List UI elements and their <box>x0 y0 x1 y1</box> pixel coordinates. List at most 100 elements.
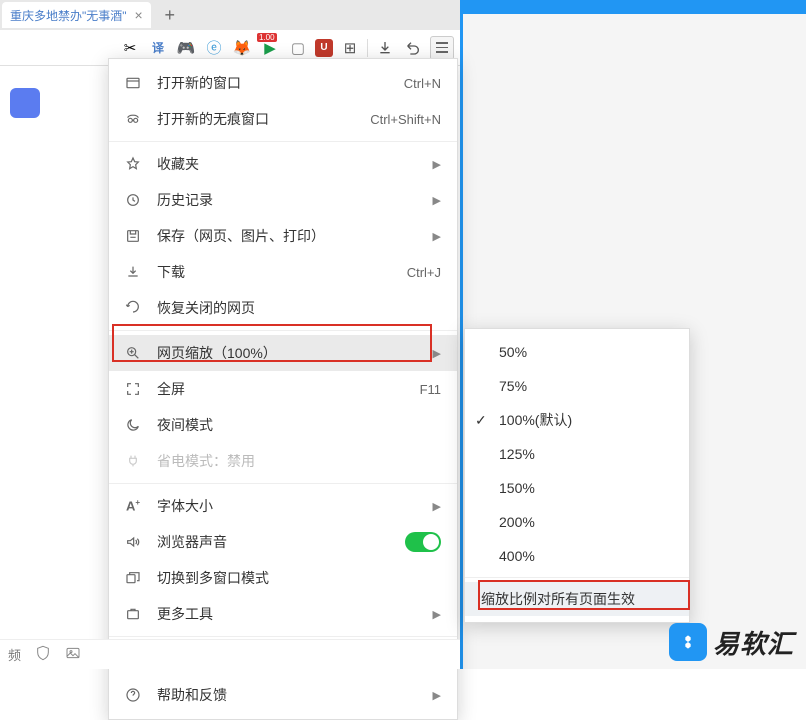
zoom-label: 100%(默认) <box>499 410 572 430</box>
browser-tab[interactable]: 重庆多地禁办"无事酒" × <box>2 2 151 28</box>
menu-separator <box>109 141 457 142</box>
zoom-label: 400% <box>499 548 535 564</box>
menu-label: 保存（网页、图片、打印） <box>157 226 433 246</box>
menu-label: 收藏夹 <box>157 154 433 174</box>
menu-label: 恢复关闭的网页 <box>157 298 441 318</box>
menu-label: 打开新的窗口 <box>157 73 404 93</box>
moon-icon <box>123 415 143 435</box>
chevron-right-icon: ▶ <box>433 194 441 207</box>
menu-item-window[interactable]: 打开新的窗口Ctrl+N <box>109 65 457 101</box>
help-icon <box>123 685 143 705</box>
menu-label: 浏览器声音 <box>157 532 405 552</box>
menu-item-font[interactable]: A+字体大小▶ <box>109 488 457 524</box>
menu-item-plug: 省电模式：禁用 <box>109 443 457 479</box>
menu-label: 下载 <box>157 262 407 282</box>
zoom-option[interactable]: 400% <box>465 539 689 573</box>
ie-icon[interactable]: ⓔ <box>203 37 225 59</box>
undo-icon[interactable] <box>402 37 424 59</box>
menu-label: 帮助和反馈 <box>157 685 433 705</box>
menu-separator <box>109 636 457 637</box>
download-icon <box>123 262 143 282</box>
download-icon[interactable] <box>374 37 396 59</box>
chevron-right-icon: ▶ <box>433 230 441 243</box>
menu-item-multiwin[interactable]: 切换到多窗口模式 <box>109 560 457 596</box>
tab-bar: 重庆多地禁办"无事酒" × + <box>0 0 460 30</box>
zoom-option[interactable]: 200% <box>465 505 689 539</box>
image-icon[interactable] <box>65 645 81 664</box>
tools-icon <box>123 604 143 624</box>
menu-shortcut: Ctrl+N <box>404 76 441 91</box>
save-icon <box>123 226 143 246</box>
sound-icon <box>123 532 143 552</box>
menu-item-star[interactable]: 收藏夹▶ <box>109 146 457 182</box>
new-tab-button[interactable]: + <box>157 2 183 28</box>
status-bar: 频 <box>0 639 460 669</box>
menu-item-fullscreen[interactable]: 全屏F11 <box>109 371 457 407</box>
menu-item-sound[interactable]: 浏览器声音 <box>109 524 457 560</box>
zoom-label: 50% <box>499 344 527 360</box>
toggle-switch[interactable] <box>405 532 441 552</box>
font-icon: A+ <box>123 496 143 516</box>
menu-item-save[interactable]: 保存（网页、图片、打印）▶ <box>109 218 457 254</box>
fullscreen-icon <box>123 379 143 399</box>
menu-item-tools[interactable]: 更多工具▶ <box>109 596 457 632</box>
close-icon[interactable]: × <box>135 7 143 23</box>
menu-button[interactable] <box>430 36 454 60</box>
incognito-icon <box>123 109 143 129</box>
zoom-label: 125% <box>499 446 535 462</box>
fox-icon[interactable]: 🦊 <box>231 37 253 59</box>
scissors-icon[interactable]: ✂ <box>119 37 141 59</box>
plug-icon <box>123 451 143 471</box>
translate-icon[interactable]: 译 <box>147 37 169 59</box>
chevron-right-icon: ▶ <box>433 689 441 702</box>
zoom-option[interactable]: 75% <box>465 369 689 403</box>
logo-badge-icon <box>669 623 707 661</box>
logo-text: 易软汇 <box>713 624 794 661</box>
menu-label: 切换到多窗口模式 <box>157 568 441 588</box>
menu-separator <box>109 330 457 331</box>
book-icon[interactable]: ▢ <box>287 37 309 59</box>
menu-separator <box>465 577 689 578</box>
freq-icon[interactable]: 频 <box>8 645 21 664</box>
grid-icon[interactable]: ⊞ <box>339 37 361 59</box>
menu-shortcut: F11 <box>420 382 441 397</box>
shield-icon[interactable]: U <box>315 39 333 57</box>
menu-label: 全屏 <box>157 379 420 399</box>
zoom-submenu: 50% 75% ✓ 100%(默认) 125% 150%200% 400% 缩放比例对所有页面… <box>464 328 690 623</box>
menu-item-help[interactable]: 帮助和反馈▶ <box>109 677 457 713</box>
chevron-right-icon: ▶ <box>433 347 441 360</box>
star-icon <box>123 154 143 174</box>
chevron-right-icon: ▶ <box>433 158 441 171</box>
menu-item-incognito[interactable]: 打开新的无痕窗口Ctrl+Shift+N <box>109 101 457 137</box>
shield-outline-icon[interactable] <box>35 645 51 664</box>
zoom-option[interactable]: 125% <box>465 437 689 471</box>
window-icon <box>123 73 143 93</box>
chevron-right-icon: ▶ <box>433 500 441 513</box>
menu-item-moon[interactable]: 夜间模式 <box>109 407 457 443</box>
menu-separator <box>109 483 457 484</box>
chevron-right-icon: ▶ <box>433 608 441 621</box>
gamepad-icon[interactable]: 🎮 <box>175 37 197 59</box>
zoom-option[interactable]: 50% <box>465 335 689 369</box>
zoom-option[interactable]: ✓ 100%(默认) <box>465 403 689 437</box>
menu-item-download[interactable]: 下载Ctrl+J <box>109 254 457 290</box>
menu-item-clock[interactable]: 历史记录▶ <box>109 182 457 218</box>
side-panel-header <box>463 0 806 14</box>
tab-title: 重庆多地禁办"无事酒" <box>10 7 127 24</box>
menu-label: 省电模式：禁用 <box>157 451 441 471</box>
page-favicon <box>10 88 40 118</box>
zoom-option[interactable]: 150% <box>465 471 689 505</box>
zoom-apply-all[interactable]: 缩放比例对所有页面生效 <box>465 582 689 616</box>
menu-label: 历史记录 <box>157 190 433 210</box>
watermark-logo: 易软汇 <box>669 623 794 661</box>
menu-item-restore[interactable]: 恢复关闭的网页 <box>109 290 457 326</box>
separator <box>367 39 368 57</box>
menu-item-zoom[interactable]: 网页缩放（100%）▶ <box>109 335 457 371</box>
check-icon: ✓ <box>475 412 487 429</box>
main-menu: 打开新的窗口Ctrl+N打开新的无痕窗口Ctrl+Shift+N收藏夹▶历史记录… <box>108 58 458 720</box>
restore-icon <box>123 298 143 318</box>
menu-label: 夜间模式 <box>157 415 441 435</box>
play-icon[interactable]: ▶1.00 <box>259 37 281 59</box>
menu-shortcut: Ctrl+Shift+N <box>370 112 441 127</box>
zoom-icon <box>123 343 143 363</box>
